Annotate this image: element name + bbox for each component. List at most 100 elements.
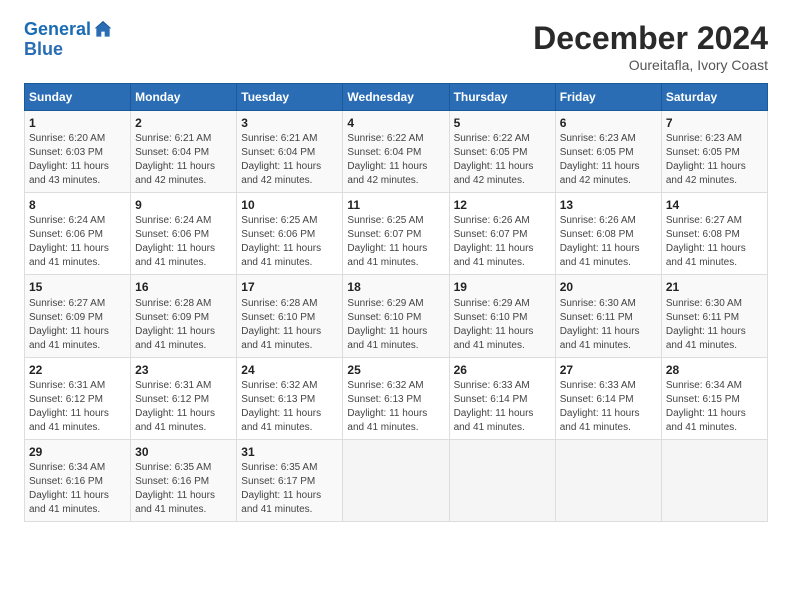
calendar-header-saturday: Saturday [661, 84, 767, 111]
day-info: Sunrise: 6:27 AMSunset: 6:09 PMDaylight:… [29, 297, 126, 353]
calendar-cell: 13Sunrise: 6:26 AMSunset: 6:08 PMDayligh… [555, 193, 661, 275]
day-info: Sunrise: 6:23 AMSunset: 6:05 PMDaylight:… [666, 132, 763, 188]
day-info: Sunrise: 6:26 AMSunset: 6:08 PMDaylight:… [560, 214, 657, 270]
calendar-week-5: 29Sunrise: 6:34 AMSunset: 6:16 PMDayligh… [25, 439, 768, 521]
day-number: 21 [666, 279, 763, 295]
day-number: 3 [241, 115, 338, 131]
calendar-cell: 1Sunrise: 6:20 AMSunset: 6:03 PMDaylight… [25, 111, 131, 193]
calendar-cell: 29Sunrise: 6:34 AMSunset: 6:16 PMDayligh… [25, 439, 131, 521]
page: General Blue December 2024 Oureitafla, I… [0, 0, 792, 612]
calendar-cell: 19 Sunrise: 6:29 AMSunset: 6:10 PMDayligh… [449, 275, 555, 357]
logo-icon [93, 20, 113, 40]
day-number: 5 [454, 115, 551, 131]
calendar-cell: 24Sunrise: 6:32 AMSunset: 6:13 PMDayligh… [237, 357, 343, 439]
calendar-cell: 9Sunrise: 6:24 AMSunset: 6:06 PMDaylight… [131, 193, 237, 275]
day-number: 12 [454, 197, 551, 213]
calendar-cell: 6Sunrise: 6:23 AMSunset: 6:05 PMDaylight… [555, 111, 661, 193]
day-info: Sunrise: 6:20 AMSunset: 6:03 PMDaylight:… [29, 132, 126, 188]
calendar-cell: 11Sunrise: 6:25 AMSunset: 6:07 PMDayligh… [343, 193, 449, 275]
day-info: Sunrise: 6:31 AMSunset: 6:12 PMDaylight:… [135, 379, 232, 435]
day-number: 24 [241, 362, 338, 378]
calendar-cell: 22Sunrise: 6:31 AMSunset: 6:12 PMDayligh… [25, 357, 131, 439]
day-info: Sunrise: 6:32 AMSunset: 6:13 PMDaylight:… [241, 379, 338, 435]
calendar-cell: 28Sunrise: 6:34 AMSunset: 6:15 PMDayligh… [661, 357, 767, 439]
calendar-cell: 31Sunrise: 6:35 AMSunset: 6:17 PMDayligh… [237, 439, 343, 521]
calendar-header-monday: Monday [131, 84, 237, 111]
day-info: Sunrise: 6:26 AMSunset: 6:07 PMDaylight:… [454, 214, 551, 270]
day-info: Sunrise: 6:29 AMSunset: 6:10 PMDaylight:… [454, 297, 551, 353]
day-info: Sunrise: 6:27 AMSunset: 6:08 PMDaylight:… [666, 214, 763, 270]
day-number: 23 [135, 362, 232, 378]
day-number: 7 [666, 115, 763, 131]
calendar-cell: 12Sunrise: 6:26 AMSunset: 6:07 PMDayligh… [449, 193, 555, 275]
calendar-week-4: 22Sunrise: 6:31 AMSunset: 6:12 PMDayligh… [25, 357, 768, 439]
calendar-cell: 8Sunrise: 6:24 AMSunset: 6:06 PMDaylight… [25, 193, 131, 275]
calendar-cell [449, 439, 555, 521]
calendar-cell: 30Sunrise: 6:35 AMSunset: 6:16 PMDayligh… [131, 439, 237, 521]
day-info: Sunrise: 6:30 AMSunset: 6:11 PMDaylight:… [666, 297, 763, 353]
day-info: Sunrise: 6:33 AMSunset: 6:14 PMDaylight:… [560, 379, 657, 435]
day-info: Sunrise: 6:35 AMSunset: 6:16 PMDaylight:… [135, 461, 232, 517]
day-number: 28 [666, 362, 763, 378]
header: General Blue December 2024 Oureitafla, I… [24, 20, 768, 73]
calendar-cell: 21 Sunrise: 6:30 AMSunset: 6:11 PMDayligh… [661, 275, 767, 357]
day-number: 15 [29, 279, 126, 295]
calendar-cell: 26Sunrise: 6:33 AMSunset: 6:14 PMDayligh… [449, 357, 555, 439]
day-number: 20 [560, 279, 657, 295]
day-number: 22 [29, 362, 126, 378]
day-info: Sunrise: 6:33 AMSunset: 6:14 PMDaylight:… [454, 379, 551, 435]
day-number: 8 [29, 197, 126, 213]
day-info: Sunrise: 6:34 AMSunset: 6:15 PMDaylight:… [666, 379, 763, 435]
calendar-cell: 3Sunrise: 6:21 AMSunset: 6:04 PMDaylight… [237, 111, 343, 193]
day-number: 6 [560, 115, 657, 131]
day-number: 17 [241, 279, 338, 295]
logo: General Blue [24, 20, 113, 60]
calendar-header-wednesday: Wednesday [343, 84, 449, 111]
day-info: Sunrise: 6:28 AMSunset: 6:10 PMDaylight:… [241, 297, 338, 353]
logo-text-blue: Blue [24, 40, 113, 60]
calendar-table: SundayMondayTuesdayWednesdayThursdayFrid… [24, 83, 768, 522]
calendar-cell [555, 439, 661, 521]
day-number: 10 [241, 197, 338, 213]
calendar-cell: 2Sunrise: 6:21 AMSunset: 6:04 PMDaylight… [131, 111, 237, 193]
calendar-cell: 20 Sunrise: 6:30 AMSunset: 6:11 PMDayligh… [555, 275, 661, 357]
calendar-cell [343, 439, 449, 521]
calendar-cell: 4Sunrise: 6:22 AMSunset: 6:04 PMDaylight… [343, 111, 449, 193]
calendar-week-2: 8Sunrise: 6:24 AMSunset: 6:06 PMDaylight… [25, 193, 768, 275]
calendar-header-row: SundayMondayTuesdayWednesdayThursdayFrid… [25, 84, 768, 111]
day-number: 18 [347, 279, 444, 295]
calendar-week-1: 1Sunrise: 6:20 AMSunset: 6:03 PMDaylight… [25, 111, 768, 193]
day-info: Sunrise: 6:24 AMSunset: 6:06 PMDaylight:… [29, 214, 126, 270]
calendar-cell: 14Sunrise: 6:27 AMSunset: 6:08 PMDayligh… [661, 193, 767, 275]
subtitle: Oureitafla, Ivory Coast [533, 57, 768, 73]
day-number: 26 [454, 362, 551, 378]
day-info: Sunrise: 6:31 AMSunset: 6:12 PMDaylight:… [29, 379, 126, 435]
day-number: 13 [560, 197, 657, 213]
calendar-cell: 17 Sunrise: 6:28 AMSunset: 6:10 PMDayligh… [237, 275, 343, 357]
calendar-cell: 10Sunrise: 6:25 AMSunset: 6:06 PMDayligh… [237, 193, 343, 275]
calendar-cell: 15 Sunrise: 6:27 AMSunset: 6:09 PMDayligh… [25, 275, 131, 357]
calendar-cell: 27Sunrise: 6:33 AMSunset: 6:14 PMDayligh… [555, 357, 661, 439]
day-number: 31 [241, 444, 338, 460]
day-info: Sunrise: 6:23 AMSunset: 6:05 PMDaylight:… [560, 132, 657, 188]
day-info: Sunrise: 6:24 AMSunset: 6:06 PMDaylight:… [135, 214, 232, 270]
calendar-cell: 18 Sunrise: 6:29 AMSunset: 6:10 PMDayligh… [343, 275, 449, 357]
day-info: Sunrise: 6:34 AMSunset: 6:16 PMDaylight:… [29, 461, 126, 517]
main-title: December 2024 [533, 20, 768, 57]
day-number: 19 [454, 279, 551, 295]
title-block: December 2024 Oureitafla, Ivory Coast [533, 20, 768, 73]
calendar-header-thursday: Thursday [449, 84, 555, 111]
day-info: Sunrise: 6:22 AMSunset: 6:04 PMDaylight:… [347, 132, 444, 188]
day-info: Sunrise: 6:30 AMSunset: 6:11 PMDaylight:… [560, 297, 657, 353]
day-number: 9 [135, 197, 232, 213]
day-info: Sunrise: 6:21 AMSunset: 6:04 PMDaylight:… [241, 132, 338, 188]
calendar-header-friday: Friday [555, 84, 661, 111]
day-number: 1 [29, 115, 126, 131]
day-info: Sunrise: 6:29 AMSunset: 6:10 PMDaylight:… [347, 297, 444, 353]
calendar-cell: 25Sunrise: 6:32 AMSunset: 6:13 PMDayligh… [343, 357, 449, 439]
day-number: 2 [135, 115, 232, 131]
calendar-cell: 23Sunrise: 6:31 AMSunset: 6:12 PMDayligh… [131, 357, 237, 439]
day-info: Sunrise: 6:22 AMSunset: 6:05 PMDaylight:… [454, 132, 551, 188]
day-number: 29 [29, 444, 126, 460]
day-info: Sunrise: 6:25 AMSunset: 6:06 PMDaylight:… [241, 214, 338, 270]
